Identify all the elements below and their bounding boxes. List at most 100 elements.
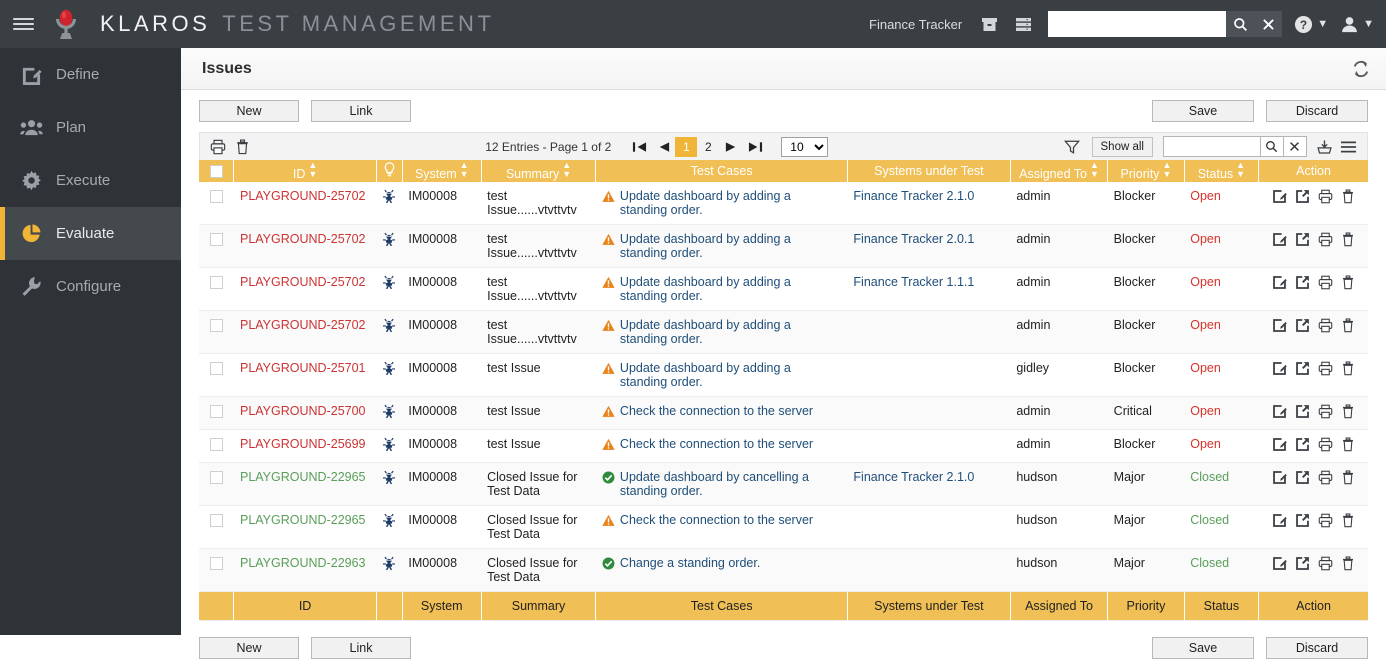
trash-icon[interactable] [1341,361,1355,376]
open-external-icon[interactable] [1295,275,1310,290]
row-select-cell[interactable] [199,548,234,592]
printer-icon[interactable] [1318,470,1333,485]
prev-page-icon[interactable] [651,136,675,158]
open-external-icon[interactable] [1295,470,1310,485]
funnel-icon[interactable] [1060,134,1084,160]
sidebar-item-execute[interactable]: Execute [0,154,181,207]
link-button-bottom[interactable]: Link [311,637,411,659]
trash-icon[interactable] [1341,318,1355,333]
table-row[interactable]: PLAYGROUND-22965 IM00008 Closed Issue for … [199,505,1368,549]
row-select-cell[interactable] [199,310,234,354]
sut-link[interactable]: Finance Tracker 1.1.1 [853,275,974,289]
edit-icon[interactable] [1272,404,1287,419]
hamburger-icon[interactable] [0,0,46,48]
open-external-icon[interactable] [1295,513,1310,528]
testcase-link[interactable]: Update dashboard by adding a standing or… [620,361,842,389]
table-row[interactable]: PLAYGROUND-22965 IM00008 Closed Issue for … [199,462,1368,506]
testcase-link[interactable]: Update dashboard by adding a standing or… [620,318,842,346]
testcase-link[interactable]: Check the connection to the server [620,513,813,527]
testcase-link[interactable]: Update dashboard by adding a standing or… [620,275,842,303]
edit-icon[interactable] [1272,232,1287,247]
edit-icon[interactable] [1272,189,1287,204]
last-page-icon[interactable] [743,136,767,158]
sidebar-item-define[interactable]: Define [0,48,181,101]
column-header-status[interactable]: Status▲ ▼ [1184,160,1260,182]
trash-icon[interactable] [1341,556,1355,571]
row-checkbox[interactable] [209,276,223,290]
column-header-assigned-to[interactable]: Assigned To▲ ▼ [1010,160,1109,182]
sut-link[interactable]: Finance Tracker 2.1.0 [853,189,974,203]
table-row[interactable]: PLAYGROUND-25702 IM00008 test Issue......v… [199,267,1368,311]
edit-icon[interactable] [1272,361,1287,376]
link-button[interactable]: Link [311,100,411,122]
save-button[interactable]: Save [1152,100,1254,122]
row-select-cell[interactable] [199,224,234,268]
row-checkbox[interactable] [209,319,223,333]
user-icon[interactable]: ▼ [1340,15,1374,34]
select-all-checkbox[interactable] [209,165,223,179]
issue-id-link[interactable]: PLAYGROUND-25702 [240,232,366,246]
sut-link[interactable]: Finance Tracker 2.0.1 [853,232,974,246]
issue-id-link[interactable]: PLAYGROUND-25702 [240,318,366,332]
sidebar-item-evaluate[interactable]: Evaluate [0,207,181,260]
row-checkbox[interactable] [209,362,223,376]
show-all-button[interactable]: Show all [1091,136,1153,157]
trash-icon[interactable] [1341,513,1355,528]
select-all-header[interactable] [199,160,235,182]
testcase-link[interactable]: Update dashboard by adding a standing or… [620,232,842,260]
table-row[interactable]: PLAYGROUND-22963 IM00008 Closed Issue for … [199,548,1368,592]
printer-icon[interactable] [1318,437,1333,452]
column-header-testcases[interactable]: Test Cases [595,160,848,182]
edit-icon[interactable] [1272,437,1287,452]
row-select-cell[interactable] [199,505,234,549]
sidebar-item-configure[interactable]: Configure [0,260,181,313]
testcase-link[interactable]: Update dashboard by adding a standing or… [620,189,842,217]
row-select-cell[interactable] [199,353,234,397]
testcase-link[interactable]: Update dashboard by cancelling a standin… [620,470,842,498]
table-row[interactable]: PLAYGROUND-25702 IM00008 test Issue......v… [199,310,1368,354]
search-icon[interactable] [1260,136,1284,157]
trash-icon[interactable] [1341,437,1355,452]
sidebar-item-plan[interactable]: Plan [0,101,181,154]
search-icon[interactable] [1226,11,1255,37]
row-select-cell[interactable] [199,267,234,311]
testcase-link[interactable]: Check the connection to the server [620,404,813,418]
testcase-link[interactable]: Change a standing order. [620,556,760,570]
issue-id-link[interactable]: PLAYGROUND-25701 [240,361,366,375]
column-header-summary[interactable]: Summary▲ ▼ [481,160,597,182]
archive-box-icon[interactable] [976,11,1002,37]
printer-icon[interactable] [1318,189,1333,204]
edit-icon[interactable] [1272,470,1287,485]
open-external-icon[interactable] [1295,318,1310,333]
trash-icon[interactable] [1341,470,1355,485]
printer-icon[interactable] [1318,556,1333,571]
clear-filter-icon[interactable] [1283,136,1307,157]
printer-icon[interactable] [1318,275,1333,290]
clear-icon[interactable] [1254,11,1283,37]
edit-icon[interactable] [1272,513,1287,528]
discard-button[interactable]: Discard [1266,100,1368,122]
page-1-button[interactable]: 1 [675,136,698,157]
printer-icon[interactable] [1318,404,1333,419]
row-checkbox[interactable] [209,471,223,485]
table-row[interactable]: PLAYGROUND-25699 IM00008 test Issue Check t… [199,429,1368,463]
table-row[interactable]: PLAYGROUND-25700 IM00008 test Issue Check t… [199,396,1368,430]
row-checkbox[interactable] [209,405,223,419]
filter-input[interactable] [1162,136,1261,157]
issue-id-link[interactable]: PLAYGROUND-22965 [240,513,366,527]
issue-id-link[interactable]: PLAYGROUND-22963 [240,556,366,570]
column-header-id[interactable]: ID▲ ▼ [233,160,377,182]
trash-icon[interactable] [1341,404,1355,419]
printer-icon[interactable] [1318,513,1333,528]
new-button[interactable]: New [199,100,299,122]
issue-id-link[interactable]: PLAYGROUND-25702 [240,189,366,203]
row-select-cell[interactable] [199,396,234,430]
server-icon[interactable] [1010,11,1036,37]
export-download-icon[interactable] [1313,134,1337,160]
sut-link[interactable]: Finance Tracker 2.1.0 [853,470,974,484]
open-external-icon[interactable] [1295,437,1310,452]
first-page-icon[interactable] [627,136,651,158]
hamburger-menu-icon[interactable] [1337,134,1361,160]
search-input[interactable] [1048,11,1227,37]
row-checkbox[interactable] [209,233,223,247]
